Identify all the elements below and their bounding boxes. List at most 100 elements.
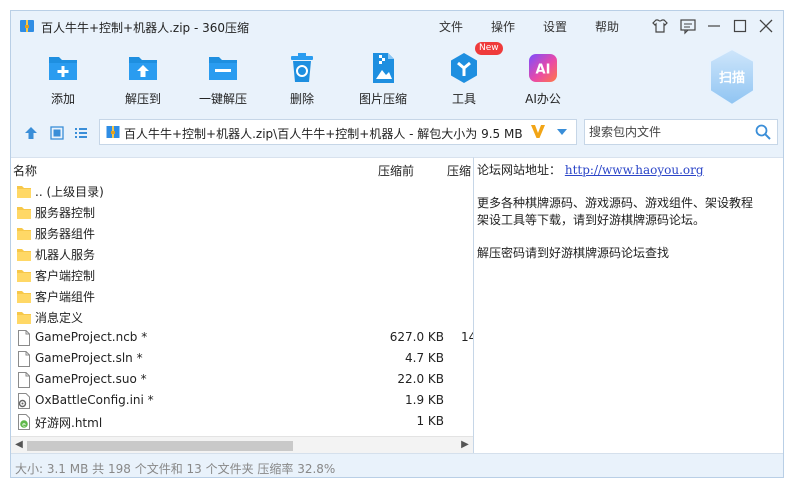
row-name: GameProject.ncb * bbox=[35, 330, 148, 344]
menu-operation[interactable]: 操作 bbox=[491, 18, 515, 35]
folder-icon bbox=[17, 270, 31, 282]
search-input[interactable] bbox=[585, 120, 745, 144]
file-row[interactable]: GameProject.ncb * 627.0 KB 14 bbox=[11, 327, 473, 348]
zip-archive-icon bbox=[106, 126, 120, 138]
row-name: 客户端控制 bbox=[35, 269, 96, 283]
search-icon[interactable] bbox=[755, 124, 771, 140]
up-arrow-icon[interactable] bbox=[23, 125, 39, 141]
scroll-left-arrow-icon[interactable]: ◀ bbox=[13, 439, 25, 451]
file-row[interactable]: e 好游网.html 1 KB bbox=[11, 411, 473, 432]
file-icon bbox=[18, 351, 30, 367]
row-size: 22.0 KB bbox=[397, 372, 444, 386]
close-icon[interactable] bbox=[757, 17, 775, 35]
menu-settings[interactable]: 设置 bbox=[543, 18, 567, 35]
row-name: 服务器组件 bbox=[35, 227, 96, 241]
comment-line-4: 解压密码请到好游棋牌源码论坛查找 bbox=[477, 246, 670, 260]
folder-row[interactable]: 机器人服务 bbox=[11, 243, 473, 264]
status-text: 大小: 3.1 MB 共 198 个文件和 13 个文件夹 压缩率 32.8% bbox=[15, 462, 336, 476]
row-size: 4.7 KB bbox=[405, 351, 444, 365]
row-name: 消息定义 bbox=[35, 311, 84, 325]
app-window: 百人牛牛+控制+机器人.zip - 360压缩 文件 操作 设置 帮助 添加 解… bbox=[10, 10, 784, 478]
row-size: 1 KB bbox=[416, 414, 444, 428]
minimize-icon[interactable] bbox=[705, 17, 723, 35]
extract-to-button[interactable]: 解压到 bbox=[113, 49, 173, 109]
html-file-icon: e bbox=[18, 414, 30, 430]
tools-label: 工具 bbox=[451, 92, 476, 106]
folder-row[interactable]: 服务器控制 bbox=[11, 201, 473, 222]
folder-icon bbox=[17, 228, 31, 240]
status-bar: 大小: 3.1 MB 共 198 个文件和 13 个文件夹 压缩率 32.8% bbox=[11, 453, 783, 477]
image-compress-icon bbox=[373, 53, 394, 83]
folder-row[interactable]: 客户端组件 bbox=[11, 285, 473, 306]
new-badge: New bbox=[475, 42, 503, 55]
forum-label: 论坛网站地址： bbox=[477, 163, 562, 177]
tools-icon bbox=[451, 53, 477, 83]
archive-path: 百人牛牛+控制+机器人.zip\百人牛牛+控制+机器人 - 解包大小为 9.5 … bbox=[124, 127, 523, 141]
comment-line-3: 架设工具等下载，请到好游棋牌源码论坛。 bbox=[477, 213, 706, 227]
ai-icon-text: AI bbox=[536, 63, 551, 78]
row-ratio: 14 bbox=[461, 330, 473, 344]
folder-row[interactable]: .. (上级目录) bbox=[11, 180, 473, 201]
title-bar: 百人牛牛+控制+机器人.zip - 360压缩 文件 操作 设置 帮助 bbox=[11, 11, 783, 41]
delete-icon bbox=[291, 53, 313, 82]
tools-button[interactable]: 工具 bbox=[439, 49, 489, 109]
chevron-down-icon[interactable] bbox=[556, 128, 568, 136]
horizontal-scrollbar[interactable]: ◀ ▶ bbox=[11, 436, 473, 453]
row-name: 客户端组件 bbox=[35, 290, 96, 304]
feedback-icon[interactable] bbox=[679, 17, 697, 35]
ai-office-button[interactable]: AI AI办公 bbox=[513, 49, 573, 109]
maximize-icon[interactable] bbox=[731, 17, 749, 35]
folder-row[interactable]: 消息定义 bbox=[11, 306, 473, 327]
file-list-header: 名称 压缩前 压缩 bbox=[11, 158, 473, 180]
file-icon bbox=[18, 330, 30, 346]
row-name: 好游网.html bbox=[35, 416, 103, 430]
delete-label: 删除 bbox=[289, 92, 314, 106]
row-name: 服务器控制 bbox=[35, 206, 96, 220]
add-label: 添加 bbox=[50, 92, 75, 106]
skin-shirt-icon[interactable] bbox=[651, 17, 669, 35]
list-view-icon[interactable] bbox=[73, 125, 89, 141]
file-list-pane: 名称 压缩前 压缩 .. (上级目录) 服务器控制服务器组件机器人服务客户端控制客… bbox=[11, 157, 474, 453]
comment-line-2: 更多各种棋牌源码、游戏源码、游戏组件、架设教程 bbox=[477, 196, 754, 210]
verified-v-icon[interactable] bbox=[530, 123, 546, 139]
row-name: GameProject.suo * bbox=[35, 372, 147, 386]
menu-help[interactable]: 帮助 bbox=[595, 18, 619, 35]
forum-link[interactable]: http://www.haoyou.org bbox=[565, 163, 704, 177]
row-name: 机器人服务 bbox=[35, 248, 96, 262]
one-click-extract-icon bbox=[209, 57, 237, 80]
image-compress-button[interactable]: 图片压缩 bbox=[353, 49, 413, 109]
folder-row[interactable]: 服务器组件 bbox=[11, 222, 473, 243]
folder-icon bbox=[17, 291, 31, 303]
column-header-ratio[interactable]: 压缩 bbox=[447, 162, 471, 179]
ai-office-icon: AI bbox=[529, 54, 557, 82]
folder-icon bbox=[17, 249, 31, 261]
file-row[interactable]: GameProject.sln * 4.7 KB bbox=[11, 348, 473, 369]
column-header-compressed[interactable]: 压缩前 bbox=[378, 162, 414, 179]
extract-to-icon bbox=[129, 57, 157, 80]
column-header-name[interactable]: 名称 bbox=[13, 162, 37, 179]
extract-to-label: 解压到 bbox=[124, 92, 161, 106]
thumbnail-view-icon[interactable] bbox=[49, 125, 65, 141]
file-row[interactable]: GameProject.suo * 22.0 KB bbox=[11, 369, 473, 390]
window-title: 百人牛牛+控制+机器人.zip - 360压缩 bbox=[41, 21, 250, 35]
file-icon bbox=[18, 372, 30, 388]
file-row[interactable]: OxBattleConfig.ini * 1.9 KB bbox=[11, 390, 473, 411]
comment-line-url: 论坛网站地址： http://www.haoyou.org bbox=[477, 161, 704, 178]
menu-file[interactable]: 文件 bbox=[439, 18, 463, 35]
scroll-right-arrow-icon[interactable]: ▶ bbox=[459, 439, 471, 451]
folder-row[interactable]: 客户端控制 bbox=[11, 264, 473, 285]
scrollbar-thumb[interactable] bbox=[27, 441, 293, 451]
folder-icon bbox=[17, 312, 31, 324]
one-click-extract-button[interactable]: 一键解压 bbox=[193, 49, 253, 109]
add-button[interactable]: 添加 bbox=[33, 49, 93, 109]
svg-text:e: e bbox=[22, 421, 26, 428]
row-size: 1.9 KB bbox=[405, 393, 444, 407]
delete-button[interactable]: 删除 bbox=[277, 49, 327, 109]
search-box bbox=[584, 119, 778, 145]
address-bar[interactable]: 百人牛牛+控制+机器人.zip\百人牛牛+控制+机器人 - 解包大小为 9.5 … bbox=[99, 119, 577, 145]
folder-icon bbox=[17, 186, 31, 198]
row-size: 627.0 KB bbox=[389, 330, 444, 344]
folder-icon bbox=[17, 207, 31, 219]
archive-app-icon bbox=[20, 20, 34, 32]
scan-button[interactable]: 扫描 bbox=[707, 47, 757, 107]
